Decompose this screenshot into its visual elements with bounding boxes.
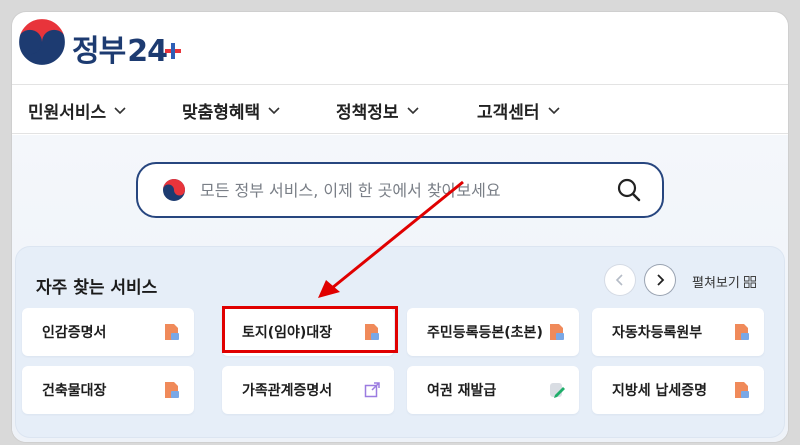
service-card-label: 여권 재발급 (427, 383, 497, 399)
nav-item-custom-benefits[interactable]: 맞춤형혜택 (182, 85, 280, 135)
chevron-down-icon (268, 107, 280, 115)
main-nav: 민원서비스 맞춤형혜택 정책정보 고객센터 (12, 84, 788, 134)
service-card-label: 가족관계증명서 (242, 383, 333, 399)
nav-item-customer-center[interactable]: 고객센터 (477, 85, 560, 135)
service-card-passport-reissue[interactable]: 여권 재발급 (407, 366, 579, 414)
service-card-building-register[interactable]: 건축물대장 (22, 366, 194, 414)
expand-label: 펼쳐보기 (692, 276, 740, 291)
plus-icon (164, 43, 181, 59)
edit-doc-icon (550, 383, 565, 398)
service-card-label: 지방세 납세증명 (612, 383, 708, 399)
pdf-doc-icon (365, 324, 379, 340)
service-card-vehicle-register[interactable]: 자동차등록원부 (592, 308, 764, 356)
taeguk-logo-icon[interactable] (14, 14, 70, 70)
nav-item-label: 정책정보 (336, 102, 399, 123)
service-card-label: 인감증명서 (42, 325, 107, 341)
nav-item-label: 고객센터 (477, 102, 540, 123)
grid-icon (743, 275, 756, 288)
pdf-doc-icon (550, 324, 564, 340)
pdf-doc-icon (735, 382, 749, 398)
nav-item-label: 맞춤형혜택 (182, 102, 261, 123)
taeguk-icon (163, 179, 185, 201)
chevron-down-icon (547, 107, 560, 115)
pdf-doc-icon (165, 382, 179, 398)
brand-name: 정부 (72, 34, 126, 69)
search-bar (136, 162, 664, 218)
nav-item-policy-info[interactable]: 정책정보 (336, 85, 419, 135)
chevron-left-icon (615, 274, 623, 286)
service-card-local-tax[interactable]: 지방세 납세증명 (592, 366, 764, 414)
service-card-family-relation[interactable]: 가족관계증명서 (222, 366, 394, 414)
service-card-seal-certificate[interactable]: 인감증명서 (22, 308, 194, 356)
panel-title: 자주 찾는 서비스 (36, 278, 158, 298)
service-card-label: 건축물대장 (42, 383, 107, 399)
service-card-label: 토지(임야)대장 (242, 325, 333, 341)
service-card-label: 자동차등록원부 (612, 325, 703, 341)
service-card-land-register[interactable]: 토지(임야)대장 (222, 308, 394, 356)
header: 정부 24 (12, 12, 788, 84)
search-input[interactable] (200, 172, 600, 208)
brand-number: 24 (127, 34, 168, 69)
nav-item-civil-service[interactable]: 민원서비스 (28, 85, 126, 135)
next-button[interactable] (645, 265, 675, 295)
pdf-doc-icon (165, 324, 179, 340)
pdf-doc-icon (735, 324, 749, 340)
brand-logo-text[interactable]: 정부 24 (72, 26, 181, 70)
search-icon[interactable] (616, 177, 642, 203)
chevron-down-icon (114, 107, 126, 115)
nav-item-label: 민원서비스 (28, 102, 107, 123)
expand-button[interactable]: 펼쳐보기 (692, 272, 756, 291)
prev-button[interactable] (605, 265, 635, 295)
service-card-label: 주민등록등본(초본) (427, 325, 543, 341)
service-card-resident-register[interactable]: 주민등록등본(초본) (407, 308, 579, 356)
chevron-down-icon (406, 107, 419, 115)
chevron-right-icon (657, 274, 665, 286)
external-link-icon (364, 382, 380, 398)
